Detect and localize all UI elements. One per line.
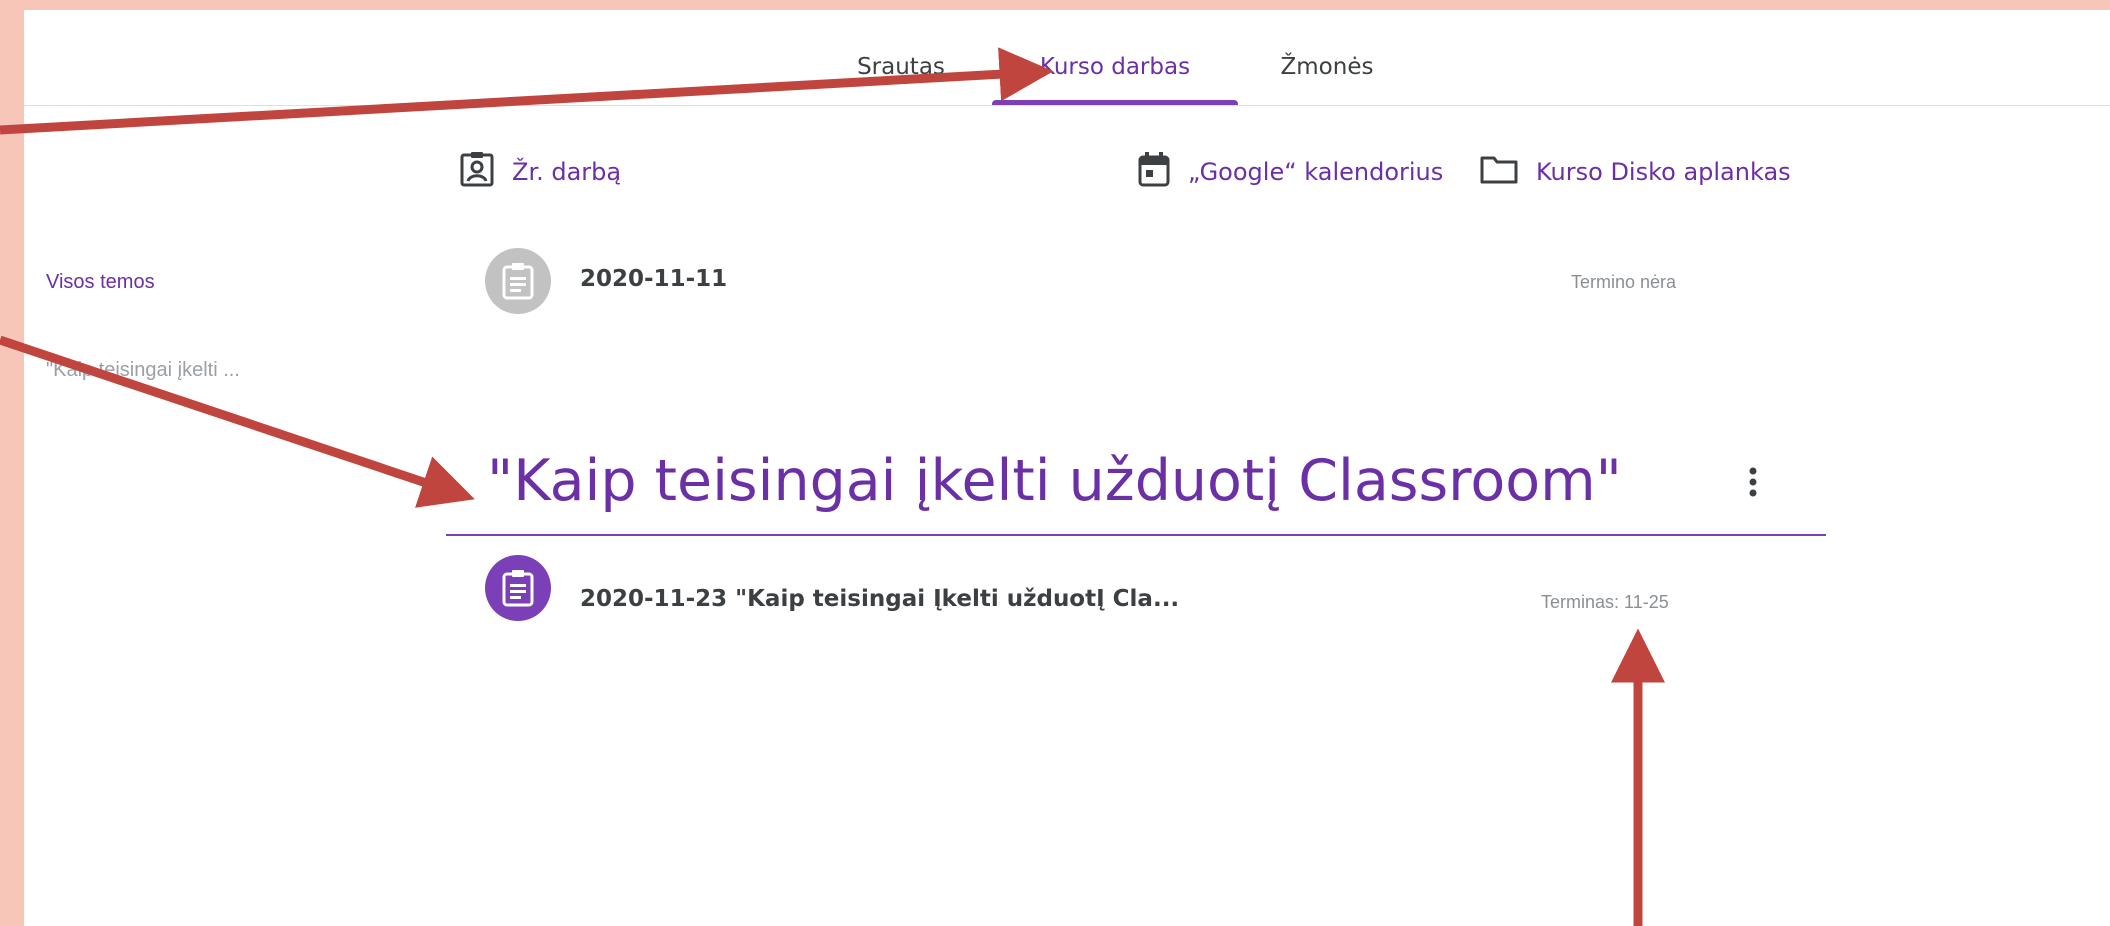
tab-stream-label: Srautas [857, 54, 945, 80]
calendar-icon [1138, 151, 1170, 193]
view-work-label: Žr. darbą [512, 157, 622, 186]
course-drive-folder-button[interactable]: Kurso Disko aplankas [1480, 149, 1791, 194]
view-work-button[interactable]: Žr. darbą [460, 149, 621, 194]
topic-divider [446, 534, 1826, 536]
assignment-icon [485, 555, 551, 621]
topic-assignment-title[interactable]: 2020-11-23 "Kaip teisingai Įkelti užduot… [580, 586, 1179, 612]
active-tab-indicator [992, 100, 1238, 105]
tab-people[interactable]: Žmonės [1272, 30, 1382, 105]
classroom-screen: Srautas Kurso darbas Žmonės Žr. darbą „G… [24, 10, 2110, 926]
tab-classwork[interactable]: Kurso darbas [992, 30, 1238, 105]
sidebar-item-all-topics[interactable]: Visos temos [46, 271, 155, 294]
sidebar-item-topic[interactable]: "Kaip teisingai įkelti ... [46, 359, 240, 382]
google-calendar-label: „Google“ kalendorius [1188, 157, 1444, 186]
tab-stream[interactable]: Srautas [836, 30, 966, 105]
topic-assignment-due: Terminas: 11-25 [1541, 592, 1669, 612]
classwork-item-due: Termino nėra [1571, 272, 1677, 292]
more-vert-icon[interactable] [1733, 460, 1773, 504]
assignment-ind-icon [460, 151, 494, 193]
assignment-icon [485, 248, 551, 314]
tab-people-label: Žmonės [1280, 54, 1374, 80]
classwork-item-title[interactable]: 2020-11-11 [580, 266, 727, 292]
google-calendar-button[interactable]: „Google“ kalendorius [1138, 149, 1443, 194]
folder-icon [1480, 154, 1518, 190]
topic-heading: "Kaip teisingai įkelti užduotį Classroom… [487, 448, 1622, 514]
top-navigation: Srautas Kurso darbas Žmonės [24, 10, 2110, 106]
course-drive-folder-label: Kurso Disko aplankas [1536, 157, 1791, 186]
tab-classwork-label: Kurso darbas [1039, 54, 1191, 80]
